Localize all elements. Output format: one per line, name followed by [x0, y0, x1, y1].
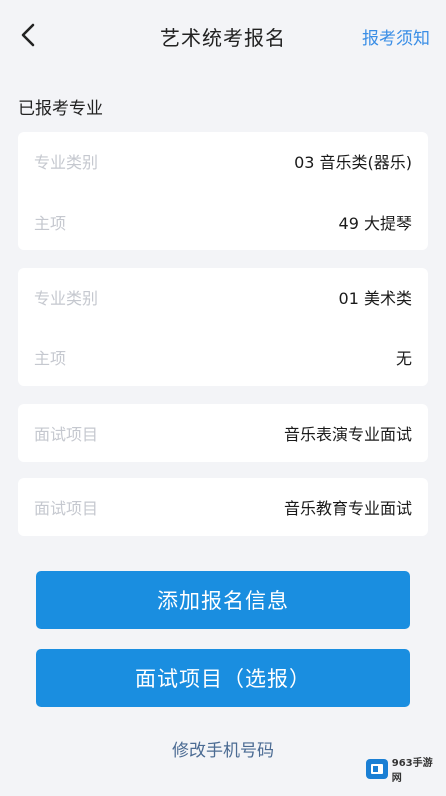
info-row: 主项 无 [18, 345, 428, 369]
row-value: 49 大提琴 [338, 214, 412, 233]
interview-card: 面试项目 音乐教育专业面试 [18, 478, 428, 536]
major-card: 专业类别 03 音乐类(器乐) 主项 49 大提琴 [18, 132, 428, 250]
info-row: 专业类别 01 美术类 [18, 285, 428, 309]
interview-card: 面试项目 音乐表演专业面试 [18, 404, 428, 462]
info-row: 专业类别 03 音乐类(器乐) [18, 149, 428, 173]
add-registration-button[interactable]: 添加报名信息 [36, 571, 410, 629]
info-row: 主项 49 大提琴 [18, 210, 428, 234]
info-row: 面试项目 音乐教育专业面试 [18, 495, 428, 519]
notice-link[interactable]: 报考须知 [362, 24, 430, 49]
row-value: 03 音乐类(器乐) [294, 153, 412, 172]
row-label: 面试项目 [34, 499, 99, 518]
row-label: 主项 [34, 349, 67, 368]
section-title: 已报考专业 [18, 99, 103, 119]
row-label: 专业类别 [34, 289, 99, 308]
watermark-logo-icon [366, 759, 388, 779]
row-value: 音乐教育专业面试 [283, 499, 412, 518]
row-label: 主项 [34, 214, 67, 233]
watermark-text: 963手游网 [391, 758, 433, 784]
row-label: 面试项目 [34, 425, 99, 444]
row-value: 无 [395, 349, 412, 368]
top-bar: 艺术统考报名 报考须知 [0, 0, 446, 72]
row-value: 01 美术类 [338, 289, 412, 308]
row-label: 专业类别 [34, 153, 99, 172]
row-value: 音乐表演专业面试 [283, 425, 412, 444]
info-row: 面试项目 音乐表演专业面试 [18, 421, 428, 445]
interview-select-button[interactable]: 面试项目（选报） [36, 649, 410, 707]
major-card: 专业类别 01 美术类 主项 无 [18, 268, 428, 386]
watermark: 963手游网 [366, 754, 442, 784]
